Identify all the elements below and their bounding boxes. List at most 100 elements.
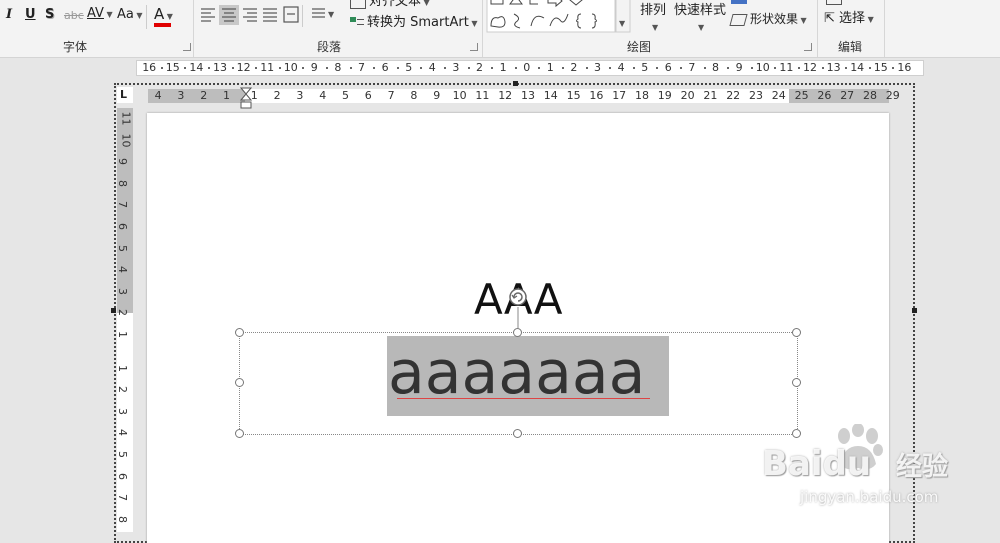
indent-marker-icon[interactable] xyxy=(240,87,252,111)
frame-handle-right[interactable] xyxy=(912,308,917,313)
paragraph-dialog-launcher-icon[interactable] xyxy=(470,43,478,51)
ruler-tick-label: 9 xyxy=(735,61,743,74)
resize-handle-se[interactable] xyxy=(792,429,801,438)
ruler-tick-label: 23 xyxy=(749,89,763,102)
character-spacing-label: AV xyxy=(87,6,104,21)
ruler-tick-label: 16 xyxy=(897,61,912,74)
replace-icon[interactable] xyxy=(826,0,842,5)
ruler-tick xyxy=(349,67,352,69)
body-text[interactable]: aaaaaaa xyxy=(388,339,645,407)
smartart-icon xyxy=(350,17,364,28)
ruler-tick-label: 4 xyxy=(319,89,327,102)
ruler-tick-label: 7 xyxy=(387,89,395,102)
ruler-tick-label: 15 xyxy=(165,61,180,74)
ruler-tick-label: 10 xyxy=(755,61,770,74)
shape-effects-button[interactable]: 形状效果 ▼ xyxy=(729,11,807,29)
ruler-tick xyxy=(326,67,328,69)
ruler-tick-label: 4 xyxy=(116,429,129,437)
ruler-tick-label: 22 xyxy=(726,89,741,102)
ruler-tick-label: 29 xyxy=(885,89,900,102)
ruler-tick xyxy=(585,67,588,69)
divider xyxy=(146,5,147,29)
arrange-label: 排列 xyxy=(640,3,667,18)
watermark-url: jingyan.baidu.com xyxy=(800,488,939,506)
ruler-tick xyxy=(255,67,258,69)
ruler-tick-label: 2 xyxy=(476,61,483,74)
group-separator xyxy=(884,0,885,57)
quick-styles-button[interactable]: 快速样式 ▼ xyxy=(674,3,726,36)
character-spacing-button[interactable]: AV ▼ xyxy=(87,6,113,23)
font-color-label: A xyxy=(154,5,165,23)
ruler-tick-label: 7 xyxy=(116,494,129,502)
ruler-tick-label: 10 xyxy=(119,133,133,148)
arrange-button[interactable]: 排列 ▼ xyxy=(640,3,666,36)
ruler-tick-label: 2 xyxy=(570,61,578,74)
font-dialog-launcher-icon[interactable] xyxy=(183,43,191,51)
ruler-tick-label: 1 xyxy=(499,61,507,74)
ruler-tick-label: 26 xyxy=(817,89,832,102)
drawing-dialog-launcher-icon[interactable] xyxy=(804,43,812,51)
ruler-tick-label: 3 xyxy=(452,61,460,74)
text-shadow-button[interactable]: S xyxy=(45,7,54,23)
resize-handle-e[interactable] xyxy=(792,378,801,387)
tab-selector[interactable]: L xyxy=(117,87,133,103)
editing-group-label: 编辑 xyxy=(838,40,863,54)
ruler-tick-label: 8 xyxy=(410,89,418,102)
ruler-tick-label: 3 xyxy=(594,61,601,74)
align-text-button[interactable]: 对齐文本 ▼ xyxy=(350,0,430,11)
resize-handle-n[interactable] xyxy=(513,328,522,337)
convert-smartart-button[interactable]: 转换为 SmartArt ▼ xyxy=(350,15,478,32)
ruler-tick-label: 15 xyxy=(566,89,581,102)
ruler-tick xyxy=(703,67,706,69)
watermark-brand: Baidu xyxy=(762,444,872,484)
horizontal-ruler[interactable]: 16 15 14 13 12 11 10 9 8 7 6 5 4 3 2 1 0 1 2 3 4 5 6 7 8 9 10 11 12 1… xyxy=(136,60,924,76)
resize-handle-nw[interactable] xyxy=(235,328,244,337)
ruler-tick-label: 4 xyxy=(428,61,436,74)
vertical-ruler[interactable]: 11 10 9 8 7 6 5 4 3 2 1 1 2 3 4 5 6 7 8 xyxy=(116,108,133,532)
ruler-tick-label: 5 xyxy=(116,244,129,252)
ruler-tick-label: 8 xyxy=(712,61,719,74)
ruler-tick-label: 9 xyxy=(433,89,441,102)
ruler-tick-label: 13 xyxy=(826,61,841,74)
underline-button[interactable]: U xyxy=(25,7,36,23)
shape-outline-icon[interactable] xyxy=(731,0,747,4)
ruler-tick-label: 11 xyxy=(475,89,490,102)
drawing-group-label: 绘图 xyxy=(627,40,652,54)
ruler-tick xyxy=(184,67,187,69)
ruler-tick-label: 13 xyxy=(521,89,535,102)
select-button[interactable]: ⇱ 选择 ▼ xyxy=(824,11,874,28)
frame-handle-top[interactable] xyxy=(513,81,518,86)
cursor-icon: ⇱ xyxy=(824,11,835,26)
ruler-tick-label: 7 xyxy=(688,61,696,74)
rotate-handle-icon[interactable] xyxy=(506,285,530,329)
chevron-down-icon: ▼ xyxy=(865,15,874,24)
italic-button[interactable]: I xyxy=(6,7,12,23)
ruler-tick-label: 6 xyxy=(381,61,389,74)
indent-ruler[interactable]: 4 3 2 1 1 2 3 4 5 6 7 8 9 10 11 12 13 14 15 16 17 18 19 20 21 22 2… xyxy=(148,89,900,103)
ruler-tick-label: 27 xyxy=(840,89,855,102)
resize-handle-sw[interactable] xyxy=(235,429,244,438)
strikethrough-button[interactable]: abc xyxy=(64,8,84,24)
ruler-tick-label: 0 xyxy=(523,61,531,74)
change-case-button[interactable]: Aa ▼ xyxy=(117,7,143,24)
ruler-tick xyxy=(632,67,635,69)
resize-handle-ne[interactable] xyxy=(792,328,801,337)
ruler-tick-label: 28 xyxy=(863,89,877,102)
resize-handle-w[interactable] xyxy=(235,378,244,387)
ruler-tick-label: 24 xyxy=(771,89,786,102)
paragraph-group-label: 段落 xyxy=(317,40,342,54)
ruler-tick-label: 8 xyxy=(334,61,342,74)
svg-text:▼: ▼ xyxy=(328,10,335,19)
ruler-tick-label: 20 xyxy=(680,89,695,102)
ruler-tick-label: 5 xyxy=(641,61,649,74)
ruler-tick-label: 19 xyxy=(657,89,672,102)
shapes-gallery[interactable]: ▼ xyxy=(486,0,632,34)
ruler-tick-label: 12 xyxy=(498,89,513,102)
ruler-tick-label: 21 xyxy=(703,89,718,102)
align-text-label: 对齐文本 xyxy=(369,0,422,9)
ruler-tick-label: 1 xyxy=(116,364,129,372)
resize-handle-s[interactable] xyxy=(513,429,522,438)
ruler-tick-label: 3 xyxy=(116,407,129,415)
group-separator xyxy=(193,0,194,57)
ruler-tick xyxy=(868,67,871,69)
